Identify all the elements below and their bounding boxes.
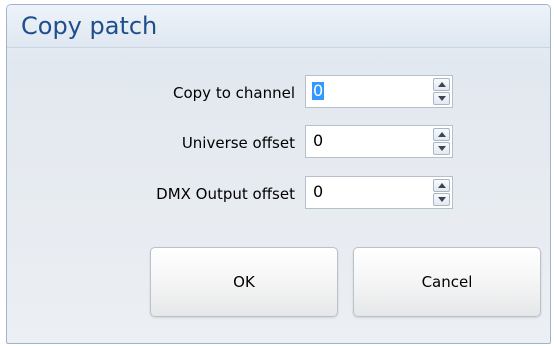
copy-to-channel-decrement-button[interactable] [433,92,450,105]
dmx-output-offset-spin-buttons [433,179,450,206]
dmx-output-offset-decrement-button[interactable] [433,193,450,206]
copy-to-channel-spinner[interactable]: 0 [305,75,453,108]
universe-offset-increment-button[interactable] [433,128,450,141]
ok-button[interactable]: OK [150,247,338,317]
cancel-button[interactable]: Cancel [353,247,541,317]
triangle-down-icon [438,197,446,202]
triangle-down-icon [438,96,446,101]
universe-offset-spinner[interactable]: 0 [305,125,453,158]
dialog-title: Copy patch [21,12,158,40]
triangle-up-icon [438,183,446,188]
dmx-output-offset-spinner[interactable]: 0 [305,176,453,209]
triangle-down-icon [438,146,446,151]
copy-to-channel-spin-buttons [433,78,450,105]
universe-offset-input[interactable]: 0 [313,132,323,150]
copy-to-channel-input[interactable]: 0 [312,82,325,100]
copy-patch-dialog: Copy patch Copy to channel 0 Universe of… [6,4,551,344]
dmx-output-offset-input[interactable]: 0 [313,183,323,201]
triangle-up-icon [438,82,446,87]
universe-offset-spin-buttons [433,128,450,155]
universe-offset-label: Universe offset [181,134,295,152]
triangle-up-icon [438,132,446,137]
copy-to-channel-label: Copy to channel [173,84,295,102]
dmx-output-offset-increment-button[interactable] [433,179,450,192]
dialog-titlebar: Copy patch [7,5,550,48]
dmx-output-offset-label: DMX Output offset [156,185,295,203]
copy-to-channel-increment-button[interactable] [433,78,450,91]
universe-offset-decrement-button[interactable] [433,142,450,155]
